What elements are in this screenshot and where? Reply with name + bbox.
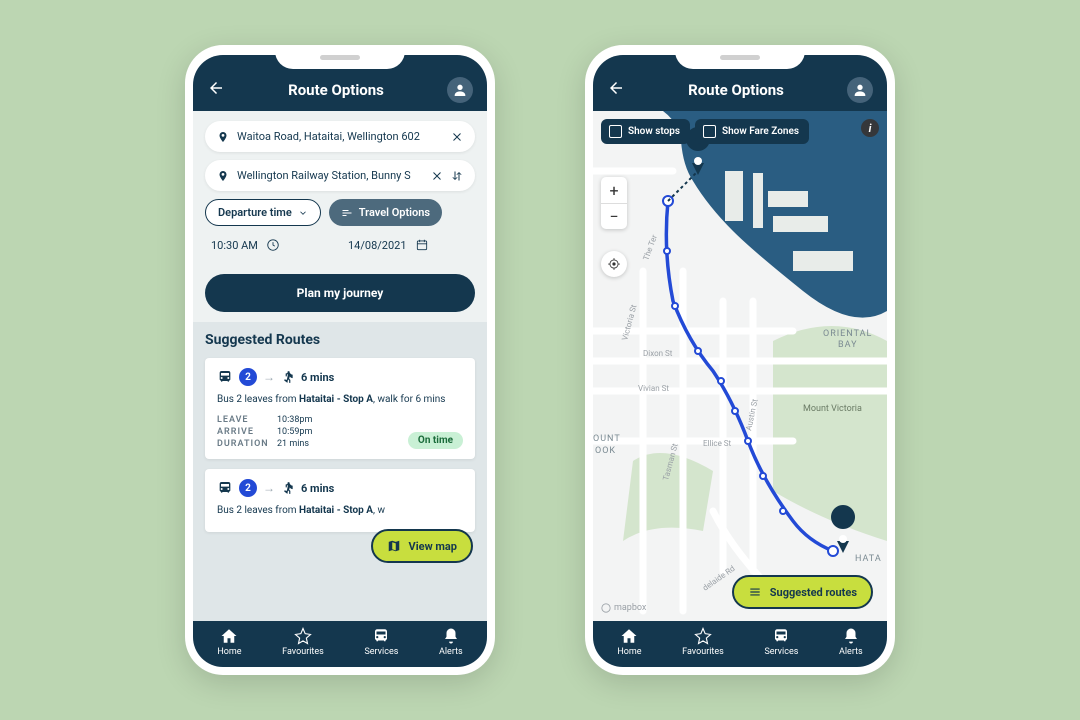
bus-number-badge: 2 — [239, 479, 257, 497]
phone-right: Route Options — [585, 45, 895, 675]
nav-services[interactable]: Services — [764, 627, 798, 657]
walk-icon — [281, 481, 295, 495]
list-icon — [748, 585, 762, 599]
status-badge: On time — [408, 432, 463, 449]
nav-home[interactable]: Home — [617, 627, 641, 657]
svg-text:Vivian St: Vivian St — [638, 384, 669, 393]
svg-text:HATA: HATA — [855, 554, 882, 564]
arrow-icon: → — [263, 481, 275, 495]
info-icon[interactable]: i — [861, 119, 879, 137]
suggested-routes-section: Suggested Routes 2 → 6 mins Bus 2 leaves… — [193, 322, 487, 621]
sliders-icon — [341, 207, 353, 219]
pin-icon — [217, 170, 229, 182]
time-value: 10:30 AM — [211, 239, 258, 252]
destination-input[interactable]: Wellington Railway Station, Bunny S — [205, 160, 475, 191]
date-picker[interactable]: 14/08/2021 — [348, 238, 469, 252]
route-options-content: Waitoa Road, Hataitai, Wellington 602 We… — [193, 111, 487, 621]
nav-favourites[interactable]: Favourites — [282, 627, 324, 657]
departure-time-label: Departure time — [218, 206, 292, 219]
svg-text:OUNT: OUNT — [593, 434, 621, 444]
suggested-routes-button[interactable]: Suggested routes — [732, 575, 873, 609]
page-title: Route Options — [288, 81, 384, 99]
date-value: 14/08/2021 — [348, 239, 407, 252]
phone-left: Route Options Waitoa Road, Hataitai, Wel… — [185, 45, 495, 675]
route-card[interactable]: 2 → 6 mins Bus 2 leaves from Hataitai - … — [205, 469, 475, 532]
nav-alerts[interactable]: Alerts — [439, 627, 463, 657]
nav-alerts[interactable]: Alerts — [839, 627, 863, 657]
walk-duration: 6 mins — [301, 482, 334, 495]
back-icon[interactable] — [607, 79, 625, 101]
back-icon[interactable] — [207, 79, 225, 101]
clear-icon[interactable] — [451, 131, 463, 143]
pin-icon — [217, 131, 229, 143]
suggested-routes-heading: Suggested Routes — [205, 332, 475, 348]
nav-services[interactable]: Services — [364, 627, 398, 657]
clear-icon[interactable] — [431, 170, 443, 182]
bus-nav-icon — [372, 627, 390, 645]
bus-nav-icon — [772, 627, 790, 645]
origin-input[interactable]: Waitoa Road, Hataitai, Wellington 602 — [205, 121, 475, 152]
svg-text:OOK: OOK — [595, 446, 616, 456]
calendar-icon — [415, 238, 429, 252]
show-fare-zones-toggle[interactable]: Show Fare Zones — [695, 119, 809, 144]
walk-duration: 6 mins — [301, 371, 334, 384]
bus-number-badge: 2 — [239, 368, 257, 386]
bus-icon — [217, 369, 233, 385]
bottom-nav: Home Favourites Services Alerts — [193, 621, 487, 667]
checkbox-icon — [703, 125, 716, 138]
home-icon — [620, 627, 638, 645]
svg-text:Ellice St: Ellice St — [703, 439, 732, 448]
bell-icon — [442, 627, 460, 645]
origin-text: Waitoa Road, Hataitai, Wellington 602 — [237, 130, 443, 143]
departure-time-dropdown[interactable]: Departure time — [205, 199, 321, 226]
view-map-label: View map — [409, 540, 457, 553]
bus-icon — [217, 480, 233, 496]
nav-home[interactable]: Home — [217, 627, 241, 657]
zoom-control: + − — [601, 177, 627, 229]
notch — [675, 45, 805, 69]
swap-icon[interactable] — [451, 170, 463, 182]
notch — [275, 45, 405, 69]
time-picker[interactable]: 10:30 AM — [211, 238, 332, 252]
route-description: Bus 2 leaves from Hataitai - Stop A, w — [217, 505, 463, 516]
avatar-icon[interactable] — [447, 77, 473, 103]
bell-icon — [842, 627, 860, 645]
locate-button[interactable] — [601, 251, 627, 277]
clock-icon — [266, 238, 280, 252]
nav-favourites[interactable]: Favourites — [682, 627, 724, 657]
view-map-button[interactable]: View map — [371, 529, 473, 563]
chevron-down-icon — [298, 208, 308, 218]
page-title: Route Options — [688, 81, 784, 99]
mapbox-attribution: mapbox — [601, 603, 646, 613]
plan-journey-button[interactable]: Plan my journey — [205, 274, 475, 312]
travel-options-label: Travel Options — [359, 206, 430, 219]
map-icon — [387, 539, 401, 553]
avatar-icon[interactable] — [847, 77, 873, 103]
star-icon — [694, 627, 712, 645]
svg-text:Mount Victoria: Mount Victoria — [803, 404, 862, 414]
svg-text:BAY: BAY — [838, 340, 857, 350]
show-stops-toggle[interactable]: Show stops — [601, 119, 690, 144]
walk-icon — [281, 370, 295, 384]
travel-options-button[interactable]: Travel Options — [329, 199, 442, 226]
home-icon — [220, 627, 238, 645]
zoom-in-button[interactable]: + — [601, 177, 627, 203]
svg-text:Dixon St: Dixon St — [643, 349, 673, 358]
star-icon — [294, 627, 312, 645]
route-card[interactable]: 2 → 6 mins Bus 2 leaves from Hataitai - … — [205, 358, 475, 459]
arrow-icon: → — [263, 370, 275, 384]
map-content: PIPITEA ORIENTAL BAY Mount Victoria HATA… — [593, 111, 887, 621]
plan-journey-label: Plan my journey — [297, 286, 384, 300]
route-description: Bus 2 leaves from Hataitai - Stop A, wal… — [217, 394, 463, 405]
checkbox-icon — [609, 125, 622, 138]
map-canvas: PIPITEA ORIENTAL BAY Mount Victoria HATA… — [593, 111, 887, 621]
zoom-out-button[interactable]: − — [601, 203, 627, 229]
bottom-nav: Home Favourites Services Alerts — [593, 621, 887, 667]
destination-text: Wellington Railway Station, Bunny S — [237, 169, 423, 182]
route-details: LEAVE10:38pm ARRIVE10:59pm DURATION21 mi… — [217, 415, 312, 449]
svg-text:ORIENTAL: ORIENTAL — [823, 329, 872, 339]
map[interactable]: PIPITEA ORIENTAL BAY Mount Victoria HATA… — [593, 111, 887, 621]
